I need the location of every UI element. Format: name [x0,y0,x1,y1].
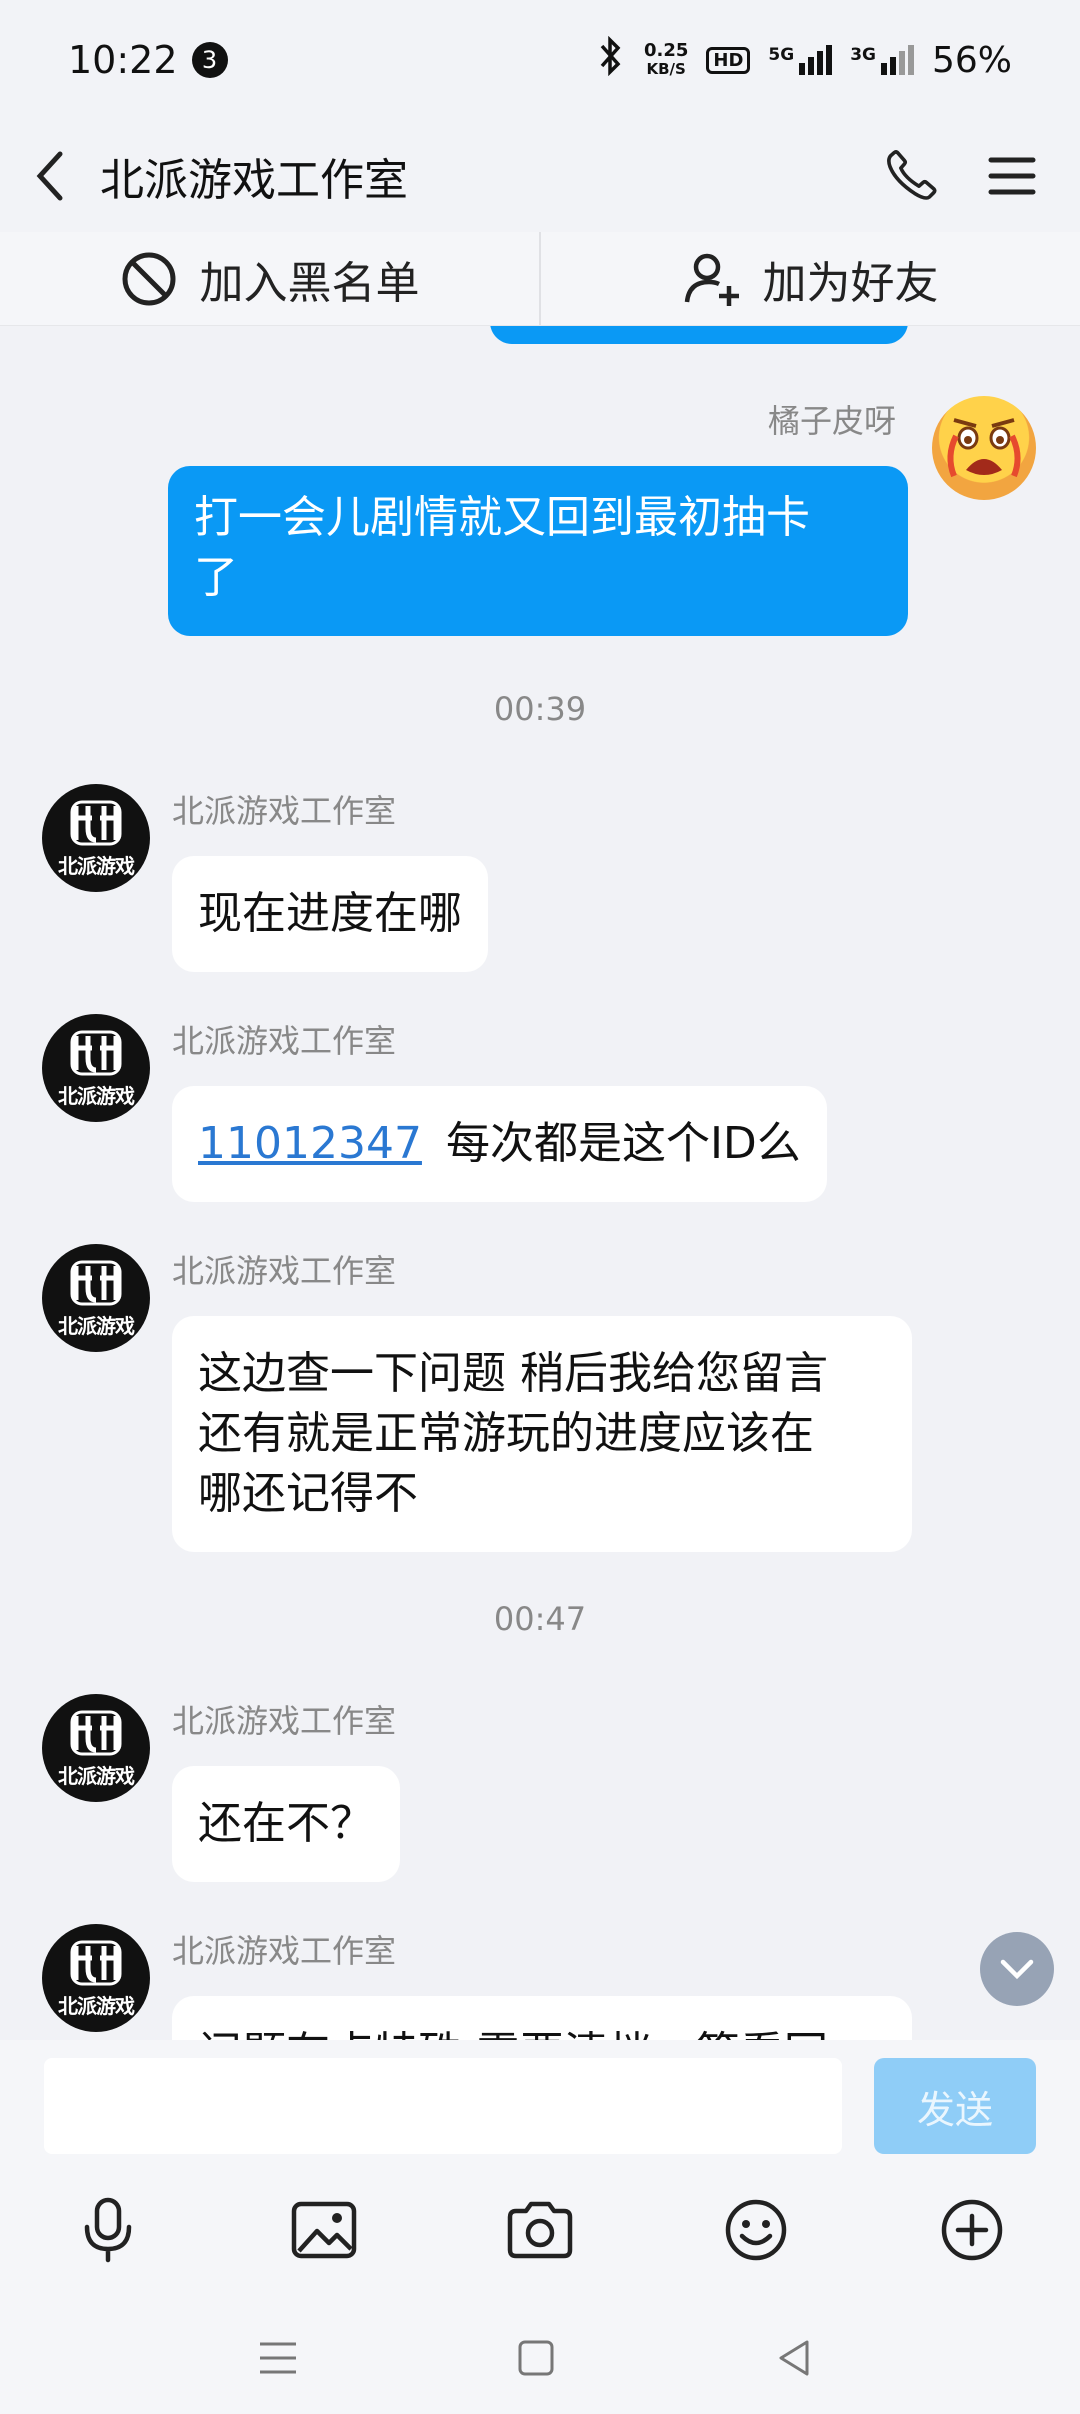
message-sender: 北派游戏工作室 [172,1022,397,1060]
camera-icon [507,2201,573,2259]
block-icon [122,252,175,305]
hd-icon: HD [706,46,751,74]
menu-button[interactable] [988,155,1036,197]
incoming-message-bubble[interactable]: 问题有点特殊 需要清档一算看回 [172,1996,912,2040]
phone-icon [887,150,937,200]
nav-home-icon [518,2340,554,2376]
message-list[interactable]: 橘子皮呀 打一会儿剧情就又回到最初抽卡 了 00:39 北派游戏 北派游戏工作室… [0,326,1080,2040]
crying-face-icon [947,418,1021,478]
send-button[interactable]: 发送 [874,2058,1036,2154]
plus-circle-icon [941,2199,1003,2261]
more-button[interactable] [922,2180,1022,2280]
message-text: 现在进度在哪 [198,888,462,939]
studio-avatar[interactable]: 北派游戏 [42,1924,150,2032]
message-text: 问题有点特殊 需要清档一算看回 [198,2028,828,2040]
signal-5g-label: 5G [768,45,795,65]
blacklist-label: 加入黑名单 [199,257,420,309]
image-icon [291,2201,357,2259]
scroll-to-bottom-button[interactable] [980,1932,1054,2006]
incoming-message-bubble[interactable]: 这边查一下问题 稍后我给您留言 还有就是正常游玩的进度应该在 哪还记得不 [172,1316,912,1552]
chevron-down-icon [1000,1959,1034,1980]
studio-logo-icon [70,1710,122,1755]
status-bar: 10:22 3 0.25 KB/S HD 5G 3G 56% [0,0,1080,120]
studio-avatar[interactable]: 北派游戏 [42,784,150,892]
nav-menu-icon [260,2342,296,2374]
message-sender: 橘子皮呀 [768,402,897,440]
emoji-icon [725,2199,787,2261]
outgoing-message-bubble[interactable]: 打一会儿剧情就又回到最初抽卡 了 [168,466,908,636]
timestamp: 00:47 [493,1600,587,1638]
nav-back-button[interactable] [764,2328,824,2388]
message-text: 打一会儿剧情就又回到最初抽卡 [194,492,810,543]
back-button[interactable] [0,120,100,232]
message-text: 每次都是这个ID么 [445,1118,801,1169]
camera-button[interactable] [490,2180,590,2280]
nav-back-icon [779,2340,809,2376]
message-sender: 北派游戏工作室 [172,792,397,830]
message-sender: 北派游戏工作室 [172,1932,397,1970]
bluetooth-icon [596,35,626,85]
system-navigation-bar [0,2302,1080,2414]
message-text: 了 [194,552,238,603]
studio-logo-icon [70,800,122,845]
nav-home-button[interactable] [506,2328,566,2388]
studio-avatar[interactable]: 北派游戏 [42,1244,150,1352]
emoji-button[interactable] [706,2180,806,2280]
chevron-left-icon [36,151,63,201]
incoming-message-bubble[interactable]: 11012347 每次都是这个ID么 [172,1086,827,1202]
avatar-brand-text: 北派游戏 [58,1083,135,1108]
incoming-message-bubble[interactable]: 现在进度在哪 [172,856,488,972]
net-speed-unit: KB/S [646,60,686,78]
studio-avatar[interactable]: 北派游戏 [42,1014,150,1122]
user-avatar[interactable] [932,396,1036,500]
studio-logo-icon [70,1030,122,1075]
add-friend-label: 加为好友 [762,257,939,309]
timestamp: 00:39 [493,690,587,728]
signal-5g-icon: 5G [768,45,833,75]
message-sender: 北派游戏工作室 [172,1252,397,1290]
avatar-brand-text: 北派游戏 [58,1763,135,1788]
message-sender: 北派游戏工作室 [172,1702,397,1740]
menu-icon [988,157,1036,195]
microphone-icon [84,2197,132,2263]
chat-header: 北派游戏工作室 [0,120,1080,232]
net-speed-value: 0.25 [643,40,689,61]
message-text: 哪还记得不 [198,1468,418,1519]
previous-message-bubble [490,326,908,344]
composer: 发送 [0,2040,1080,2414]
message-text: 还在不？ [198,1798,374,1849]
add-friend-button[interactable]: 加为好友 [541,232,1080,325]
image-button[interactable] [274,2180,374,2280]
message-input[interactable] [44,2058,842,2154]
contact-action-bar: 加入黑名单 加为好友 [0,232,1080,326]
avatar-brand-text: 北派游戏 [58,1313,135,1338]
network-speed: 0.25 KB/S [643,40,689,79]
incoming-message-bubble[interactable]: 还在不？ [172,1766,400,1882]
studio-avatar[interactable]: 北派游戏 [42,1694,150,1802]
studio-logo-icon [70,1260,122,1305]
page-title: 北派游戏工作室 [100,155,408,206]
phone-call-button[interactable] [882,147,940,205]
studio-logo-icon [70,1940,122,1985]
message-text: 这边查一下问题 稍后我给您留言 [198,1348,828,1399]
signal-3g-icon: 3G [850,45,914,75]
notification-count-badge: 3 [191,42,228,78]
signal-3g-label: 3G [850,45,876,65]
voice-button[interactable] [58,2180,158,2280]
status-time: 10:22 [68,38,178,82]
battery-level: 56% [931,39,1012,81]
message-text: 还有就是正常游玩的进度应该在 [198,1408,814,1459]
avatar-brand-text: 北派游戏 [58,1993,135,2018]
avatar-brand-text: 北派游戏 [58,853,135,878]
status-icons: 0.25 KB/S HD 5G 3G 56% [596,35,1012,85]
composer-toolbar [0,2180,1080,2280]
add-to-blacklist-button[interactable]: 加入黑名单 [0,232,539,325]
user-id-link[interactable]: 11012347 [198,1118,422,1169]
nav-menu-button[interactable] [248,2328,308,2388]
add-user-icon [684,253,739,306]
